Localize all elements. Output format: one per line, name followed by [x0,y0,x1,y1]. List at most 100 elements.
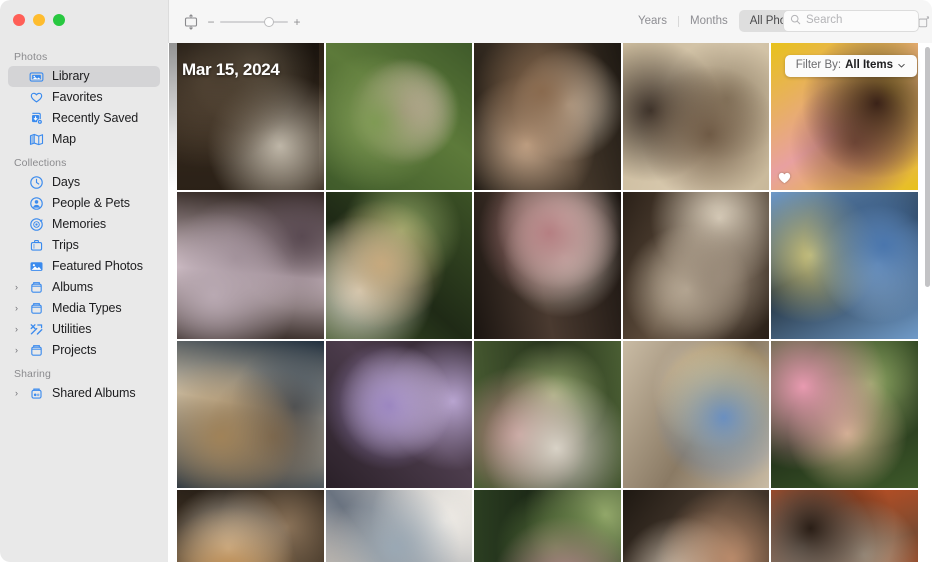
zoom-slider[interactable]: − + [207,16,301,28]
sidebar-item-label: Projects [52,343,97,358]
photo-thumbnail[interactable] [474,192,621,339]
photo-image [474,192,621,339]
photos-app-window: Photos›Library›Favorites›Recently Saved›… [0,0,932,562]
photo-thumbnail[interactable] [325,192,473,339]
sidebar-item-label: Library [52,69,90,84]
disclosure-chevron-icon[interactable]: › [12,346,21,355]
zoom-slider-track[interactable] [220,16,288,27]
photo-thumbnail[interactable] [325,341,473,488]
sidebar-item-label: Memories [52,217,107,232]
chevron-down-icon [897,57,906,75]
sidebar-section-title: Photos [14,51,48,63]
sidebar-item-utilities[interactable]: › Utilities [8,319,160,340]
sidebar-item-memories[interactable]: ›Memories [8,214,160,235]
tab-months[interactable]: Months [679,10,739,32]
photo-thumbnail[interactable] [177,192,324,339]
photo-thumbnail[interactable] [177,43,324,190]
photo-grid-area: Mar 15, 2024 Filter By: All Items [169,43,932,562]
memories-icon [28,217,45,232]
album-icon [28,301,45,316]
photo-image [622,341,770,488]
minimize-button[interactable] [33,14,45,26]
sidebar-item-days[interactable]: ›Days [8,172,160,193]
photo-image [474,43,621,190]
disclosure-chevron-icon[interactable]: › [12,325,21,334]
sidebar-item-media-types[interactable]: › Media Types [8,298,160,319]
zoom-out-button[interactable]: − [207,16,215,28]
photo-image [622,43,770,190]
disclosure-chevron-icon[interactable]: › [12,283,21,292]
photo-thumbnail[interactable] [622,43,770,190]
sidebar-item-label: Media Types [52,301,122,316]
sidebar-item-featured-photos[interactable]: ›Featured Photos [8,256,160,277]
photo-thumbnail[interactable] [622,490,770,562]
sidebar-item-albums[interactable]: › Albums [8,277,160,298]
filter-by-label: Filter By: [795,59,842,72]
sidebar-item-label: Days [52,175,81,190]
sidebar-item-label: Trips [52,238,79,253]
sidebar-item-label: Albums [52,280,94,295]
photo-thumbnail[interactable] [325,43,473,190]
sidebar-item-label: Map [52,132,77,147]
sidebar-item-library[interactable]: ›Library [8,66,160,87]
tab-years[interactable]: Years [627,10,678,32]
photo-thumbnail[interactable] [771,192,918,339]
sidebar-item-map[interactable]: ›Map [8,129,160,150]
sidebar-item-favorites[interactable]: ›Favorites [8,87,160,108]
photo-thumbnail[interactable] [771,341,918,488]
close-button[interactable] [13,14,25,26]
sidebar-item-shared-albums[interactable]: › Shared Albums [8,383,160,404]
photo-image [177,192,324,339]
zoom-slider-knob[interactable] [264,16,274,27]
zoom-in-button[interactable]: + [293,16,301,28]
photo-image [771,490,918,562]
disclosure-chevron-icon[interactable]: › [12,304,21,313]
toolbar: − + Years Months All Photos Search [168,0,932,43]
search-icon [790,12,801,30]
fit-to-screen-icon[interactable] [182,13,200,31]
vertical-scrollbar[interactable] [925,47,930,287]
toolbar-divider [168,0,169,43]
photo-thumbnail[interactable] [771,490,918,562]
sidebar-sections: Photos›Library›Favorites›Recently Saved›… [0,44,168,562]
photo-thumbnail[interactable] [325,490,473,562]
photo-thumbnail[interactable] [177,341,324,488]
photo-image [771,192,918,339]
photo-image [177,490,324,562]
photo-thumbnail[interactable] [622,341,770,488]
photo-image [474,341,621,488]
photo-thumbnail[interactable] [622,192,770,339]
favorite-badge-icon [778,171,791,184]
maximize-button[interactable] [53,14,65,26]
sidebar-item-trips[interactable]: ›Trips [8,235,160,256]
photo-image [325,341,473,488]
disclosure-chevron-icon[interactable]: › [12,389,21,398]
search-field[interactable]: Search [783,10,919,32]
photo-image [474,490,621,562]
sidebar-item-projects[interactable]: › Projects [8,340,160,361]
recently-saved-icon [28,111,45,126]
photo-image [622,490,770,562]
traffic-lights [13,14,65,26]
photo-thumbnail[interactable] [474,43,621,190]
suitcase-icon [28,238,45,253]
clock-icon [28,175,45,190]
photo-image [622,192,770,339]
sidebar-section-title: Collections [14,157,67,169]
filter-by-button[interactable]: Filter By: All Items [784,55,917,77]
photo-grid [177,43,918,562]
sidebar-item-recently-saved[interactable]: ›Recently Saved [8,108,160,129]
filter-by-value: All Items [845,59,893,72]
featured-photos-icon [28,259,45,274]
search-input[interactable]: Search [806,15,842,27]
sidebar-item-people-pets[interactable]: ›People & Pets [8,193,160,214]
photo-thumbnail[interactable] [474,490,621,562]
person-icon [28,196,45,211]
photo-thumbnail[interactable] [474,341,621,488]
sidebar-section-title: Sharing [14,368,51,380]
sidebar-item-label: Favorites [52,90,103,105]
album-icon [28,280,45,295]
sidebar-item-label: Utilities [52,322,92,337]
photo-thumbnail[interactable] [177,490,324,562]
photo-image [177,341,324,488]
